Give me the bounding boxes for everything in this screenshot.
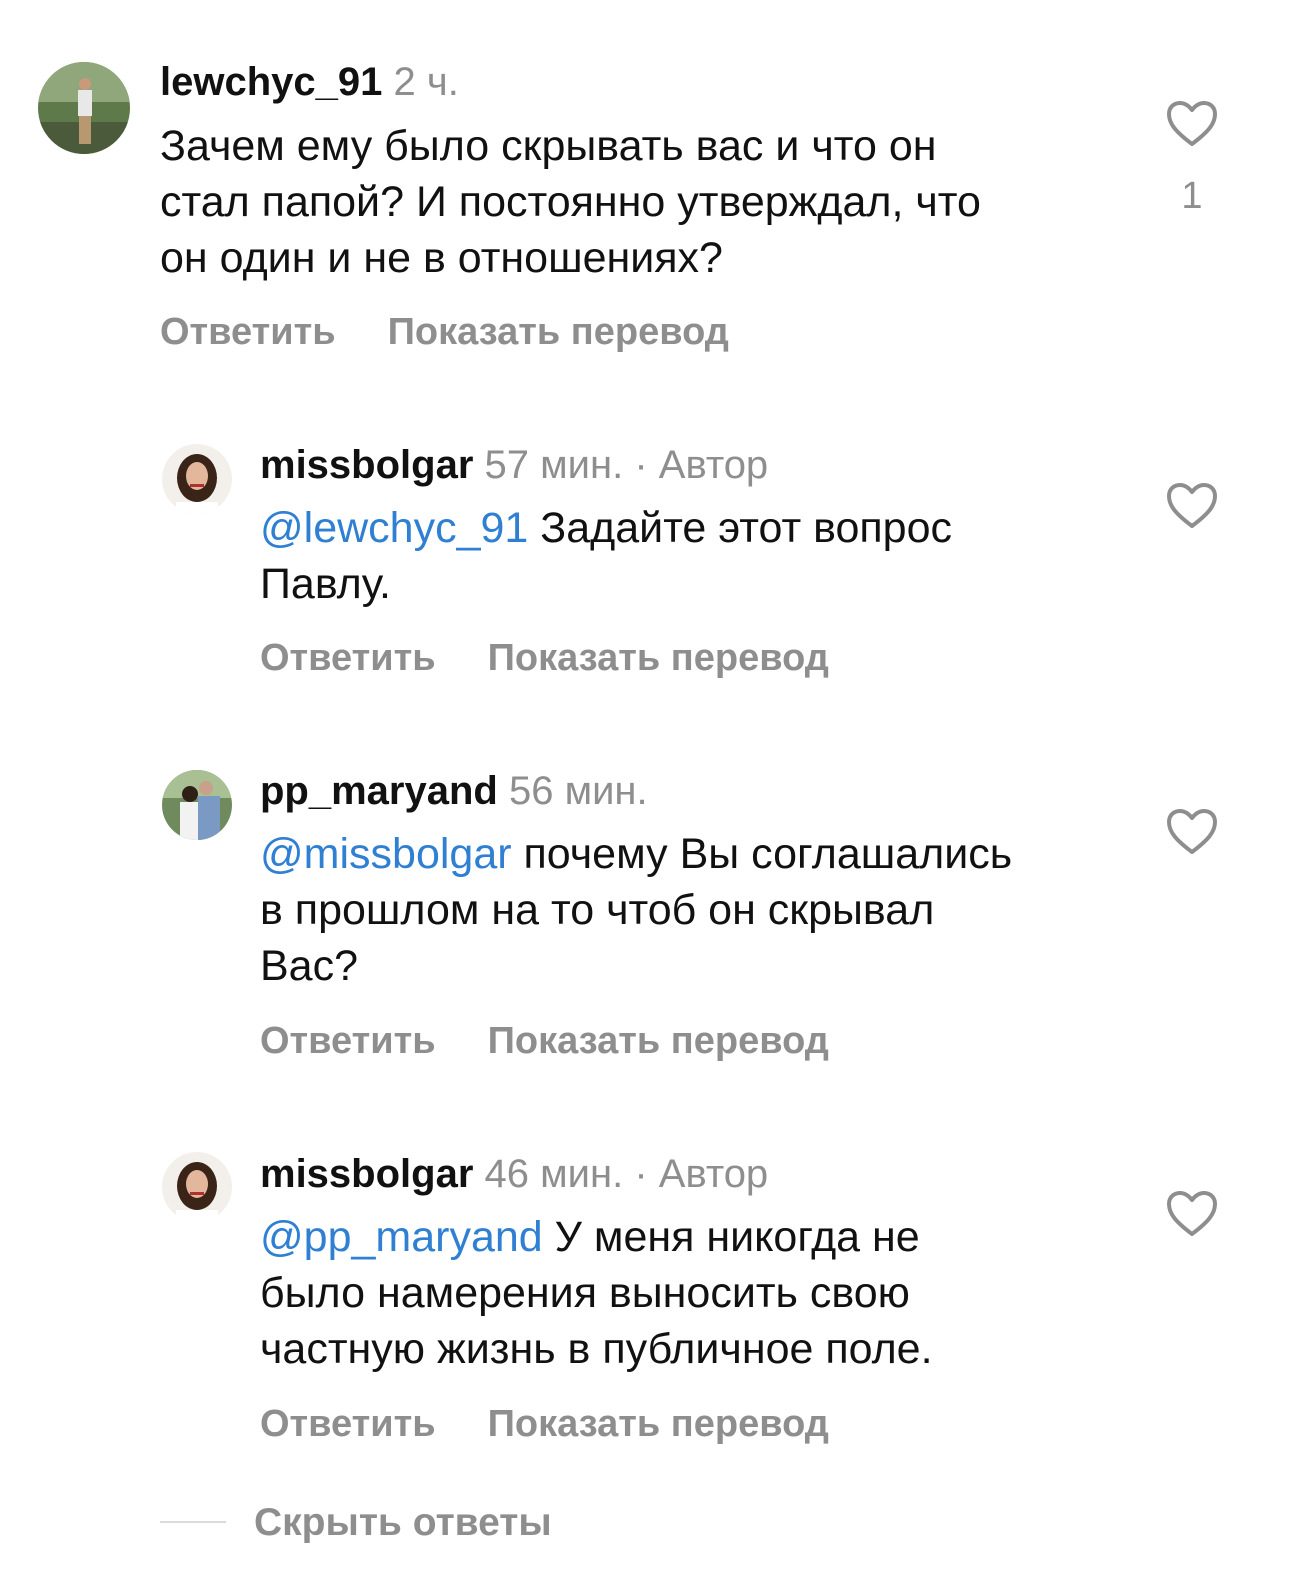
- avatar[interactable]: [162, 444, 232, 514]
- show-translation-button[interactable]: Показать перевод: [488, 637, 829, 679]
- comment-line: почему Вы соглашались: [511, 830, 1013, 878]
- comment-line: У меня никогда не: [542, 1213, 920, 1261]
- reply-button[interactable]: Ответить: [260, 1403, 436, 1445]
- username[interactable]: missbolgar: [260, 443, 473, 487]
- mention-link[interactable]: @lewchyc_91: [260, 504, 528, 552]
- divider-line: [160, 1521, 226, 1523]
- reply-button[interactable]: Ответить: [160, 311, 336, 353]
- comment-meta: pp_maryand 56 мин.: [260, 767, 648, 815]
- comment-line: стал папой? И постоянно утверждал, что: [160, 178, 981, 226]
- comment-time: 46 мин.: [484, 1152, 624, 1196]
- comment-time: 57 мин.: [484, 443, 624, 487]
- comment-text: Зачем ему было скрывать вас и что он ста…: [160, 118, 981, 286]
- mention-link[interactable]: @missbolgar: [260, 830, 512, 878]
- show-translation-button[interactable]: Показать перевод: [488, 1403, 829, 1445]
- comment-actions: Ответить Показать перевод: [260, 1018, 829, 1064]
- separator: ·: [634, 443, 648, 487]
- heart-outline-icon[interactable]: [1166, 100, 1218, 148]
- comment-time: 56 мин.: [508, 769, 648, 813]
- author-badge: Автор: [658, 1152, 769, 1196]
- show-translation-button[interactable]: Показать перевод: [488, 1020, 829, 1062]
- comment-text: @missbolgar почему Вы соглашались в прош…: [260, 826, 1012, 994]
- comment-line: частную жизнь в публичное поле.: [260, 1325, 933, 1373]
- comment-line: он один и не в отношениях?: [160, 234, 723, 282]
- comment-text: @pp_maryand У меня никогда не было намер…: [260, 1209, 933, 1377]
- comment-line: было намерения выносить свою: [260, 1269, 910, 1317]
- avatar[interactable]: [162, 770, 232, 840]
- reply-button[interactable]: Ответить: [260, 1020, 436, 1062]
- reply-button[interactable]: Ответить: [260, 637, 436, 679]
- comment-line: Зачем ему было скрывать вас и что он: [160, 122, 937, 170]
- heart-outline-icon[interactable]: [1166, 808, 1218, 856]
- comment-line: в прошлом на то чтоб он скрывал: [260, 886, 935, 934]
- comment-time: 2 ч.: [393, 60, 459, 104]
- username[interactable]: pp_maryand: [260, 769, 498, 813]
- separator: ·: [634, 1152, 648, 1196]
- hide-replies-row[interactable]: Скрыть ответы: [160, 1498, 760, 1548]
- comment-meta: missbolgar 57 мин. · Автор: [260, 441, 768, 489]
- heart-outline-icon[interactable]: [1166, 1190, 1218, 1238]
- comment-text: @lewchyc_91 Задайте этот вопрос Павлу.: [260, 500, 952, 612]
- author-badge: Автор: [658, 443, 769, 487]
- username[interactable]: lewchyc_91: [160, 60, 382, 104]
- avatar[interactable]: [162, 1152, 232, 1222]
- username[interactable]: missbolgar: [260, 1152, 473, 1196]
- like-count: 1: [1181, 175, 1203, 217]
- comment-line: Павлу.: [260, 560, 391, 608]
- comment-actions: Ответить Показать перевод: [260, 635, 829, 681]
- show-translation-button[interactable]: Показать перевод: [388, 311, 729, 353]
- comment-meta: missbolgar 46 мин. · Автор: [260, 1150, 768, 1198]
- comment-meta: lewchyc_91 2 ч.: [160, 58, 459, 106]
- heart-outline-icon[interactable]: [1166, 482, 1218, 530]
- mention-link[interactable]: @pp_maryand: [260, 1213, 543, 1261]
- comment-actions: Ответить Показать перевод: [260, 1401, 829, 1447]
- comment-line: Задайте этот вопрос: [528, 504, 952, 552]
- comment-line: Вас?: [260, 942, 359, 990]
- comment-actions: Ответить Показать перевод: [160, 309, 729, 355]
- avatar[interactable]: [38, 62, 130, 154]
- hide-replies-button[interactable]: Скрыть ответы: [254, 1498, 552, 1548]
